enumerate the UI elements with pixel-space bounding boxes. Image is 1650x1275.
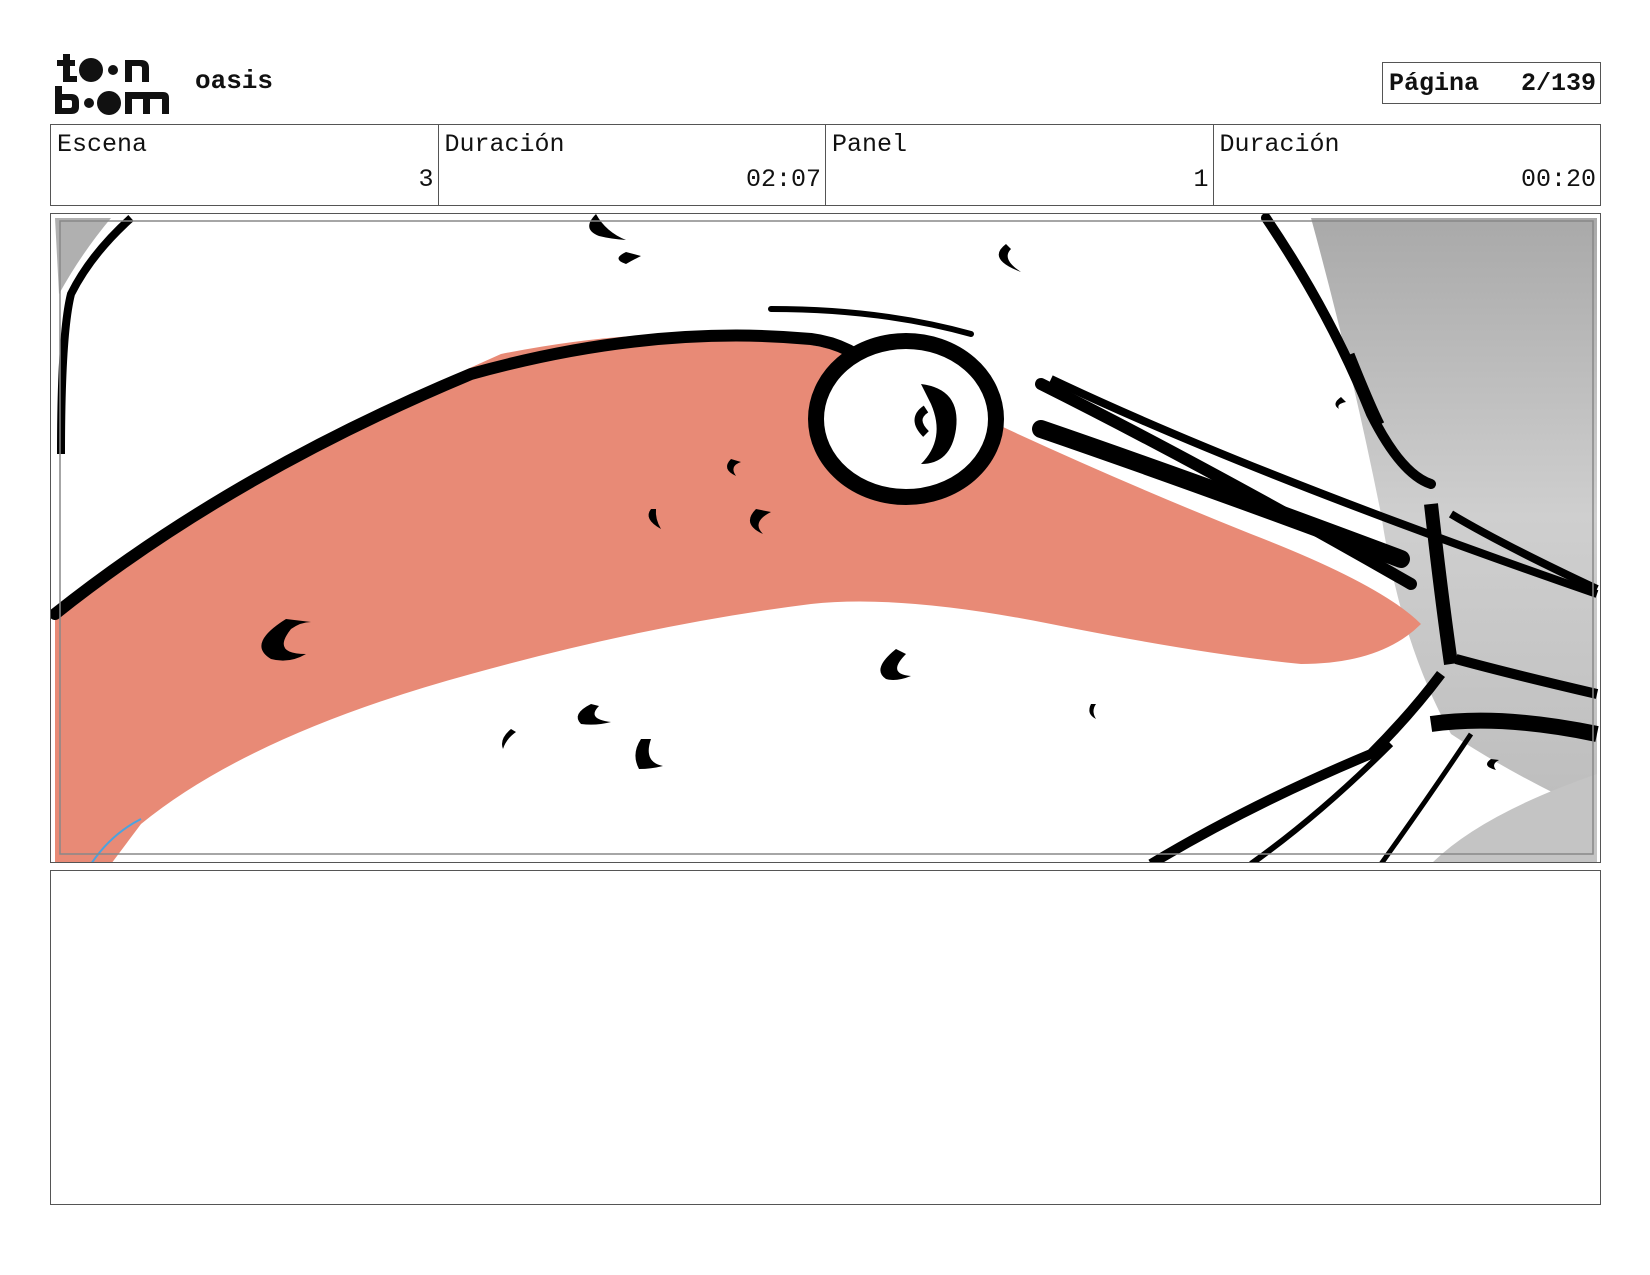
scene-cell: Escena 3 <box>51 125 439 205</box>
panel-duration-label: Duración <box>1219 130 1340 159</box>
eye-white <box>808 333 1004 505</box>
page-indicator: Página 2/139 <box>1382 62 1601 104</box>
scene-value: 3 <box>418 165 434 194</box>
scene-duration-value: 02:07 <box>745 165 821 194</box>
scene-duration-label: Duración <box>444 130 565 159</box>
panel-label: Panel <box>832 130 908 159</box>
panel-duration-value: 00:20 <box>1520 165 1596 194</box>
sky-top-left <box>55 218 111 294</box>
panel-drawing <box>51 214 1599 862</box>
page-value: 2/139 <box>1520 68 1596 98</box>
flesh-band <box>55 334 1421 862</box>
panel-cell: Panel 1 <box>826 125 1214 205</box>
panel-value: 1 <box>1193 165 1209 194</box>
toonboom-logo <box>53 52 171 116</box>
sky-bottom-right <box>1433 774 1597 862</box>
project-title: oasis <box>195 66 274 96</box>
scene-duration-cell: Duración 02:07 <box>439 125 826 205</box>
scene-label: Escena <box>57 130 148 159</box>
scene-info-row: Escena 3 Duración 02:07 Panel 1 Duración… <box>50 124 1601 206</box>
panel-duration-cell: Duración 00:20 <box>1214 125 1601 205</box>
page-label: Página <box>1389 68 1480 98</box>
notes-box <box>50 870 1601 1205</box>
storyboard-panel <box>50 213 1601 863</box>
